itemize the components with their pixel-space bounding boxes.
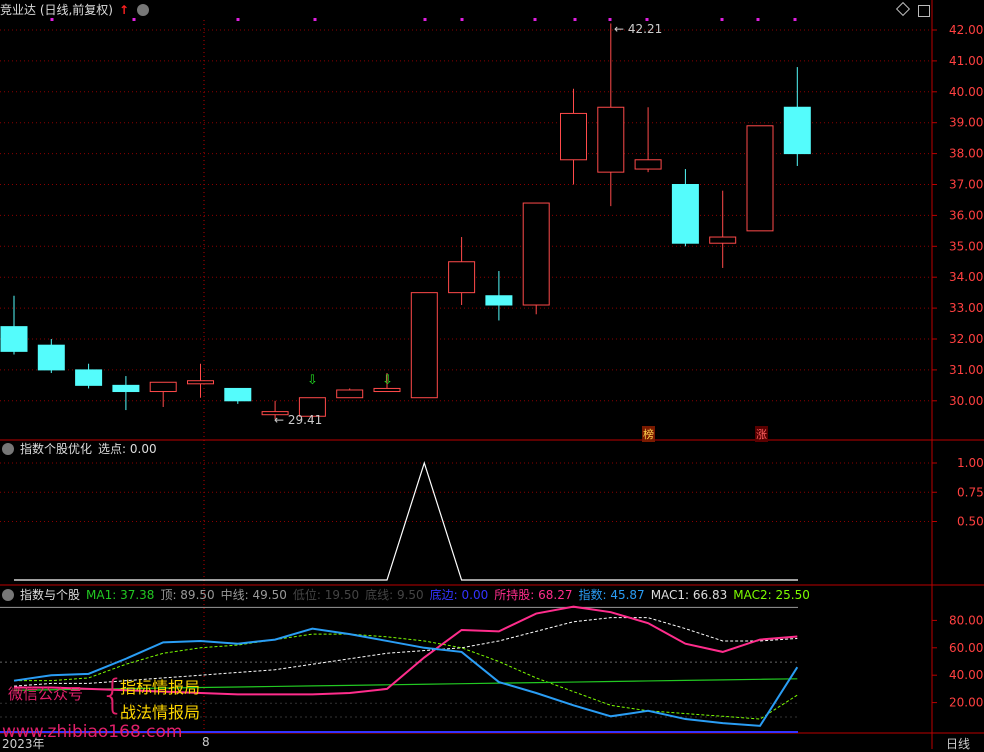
mid-value: 中线: 49.50 <box>220 588 287 602</box>
panel3-name[interactable]: 指数与个股 <box>20 588 80 602</box>
panel2-header: 指数个股优化 选点: 0.00 <box>0 439 163 459</box>
price-tick-label: 34.00 <box>949 270 983 284</box>
month-label: 8 <box>202 735 210 749</box>
candle-body[interactable] <box>448 261 476 294</box>
price-tick-label: 31.00 <box>949 363 983 377</box>
watermark-name1: 指标情报局 <box>120 678 201 697</box>
candle-body[interactable] <box>634 159 662 170</box>
panel2-name[interactable]: 指数个股优化 <box>20 442 92 456</box>
period-label[interactable]: 日线 <box>946 735 970 752</box>
panel3-tick-label: 40.00 <box>949 668 983 682</box>
candle-body[interactable] <box>560 112 587 161</box>
signal-dot <box>645 18 649 21</box>
candle-body[interactable] <box>671 184 699 244</box>
price-tick-label: 33.00 <box>949 301 983 315</box>
watermark-name2: 战法情报局 <box>120 703 201 722</box>
mac2-value: MAC2: 25.50 <box>733 588 810 602</box>
signal-dot <box>793 18 797 21</box>
price-tick-label: 42.00 <box>949 23 983 37</box>
candle-body[interactable] <box>187 380 214 385</box>
signal-dot <box>236 18 240 21</box>
panel3-header: 指数与个股 MA1: 37.38 顶: 89.50 中线: 49.50 低位: 19.5… <box>0 585 816 605</box>
chart-canvas[interactable]: 42.00 41.00 40.00 39.00 38.00 37.00 36.00 35.00… <box>0 0 984 749</box>
price-tick-label: 39.00 <box>949 116 983 130</box>
low-value: 低位: 19.50 <box>292 588 360 602</box>
panel2-tick-label: 0.75 <box>957 485 984 499</box>
signal-dot <box>460 18 464 21</box>
signal-dot <box>573 18 577 21</box>
candle-body[interactable] <box>0 326 28 352</box>
panel3-tick-label: 20.00 <box>949 696 983 710</box>
ma1-value: MA1: 37.38 <box>86 588 155 602</box>
chevron-down-icon[interactable] <box>2 588 14 601</box>
buy-arrow-icon: ⇩ <box>307 373 318 388</box>
stock-value: 所持股: 68.27 <box>494 588 573 602</box>
candle-body[interactable] <box>485 295 513 306</box>
candle-body[interactable] <box>783 106 811 155</box>
candle-body[interactable] <box>746 125 774 232</box>
panel2-tick-label: 1.00 <box>957 456 984 470</box>
index-value: 指数: 45.87 <box>578 588 645 602</box>
price-tick-label: 41.00 <box>949 54 983 68</box>
bottom-value: 底线: 9.50 <box>365 588 424 602</box>
high-price-label: ← 42.21 <box>614 22 663 36</box>
candle-body[interactable] <box>75 369 103 386</box>
panel3-tick-label: 80.00 <box>949 613 983 627</box>
signal-dot <box>608 18 612 21</box>
signal-dot <box>50 18 54 21</box>
candle-body[interactable] <box>373 387 401 393</box>
candle-body[interactable] <box>410 292 438 399</box>
signal-dot <box>313 18 317 21</box>
candle-body[interactable] <box>336 389 364 399</box>
watermark-site: www.zhibiao168.com <box>2 722 183 742</box>
price-tick-label: 37.00 <box>949 178 983 192</box>
signal-dot <box>756 18 760 21</box>
candle-body[interactable] <box>709 236 737 244</box>
chevron-down-icon[interactable] <box>2 442 14 455</box>
buy-arrow-icon: ⇩ <box>382 373 393 388</box>
candle-body[interactable] <box>597 106 625 173</box>
badge-zhang[interactable]: 涨 <box>755 426 768 442</box>
price-tick-label: 38.00 <box>949 147 983 161</box>
low-price-label: ← 29.41 <box>274 413 323 427</box>
signal-dot <box>132 18 136 21</box>
watermark-wechat: 微信公众号 <box>8 685 84 703</box>
price-tick-label: 35.00 <box>949 239 983 253</box>
candle-body[interactable] <box>522 202 550 306</box>
panel3-tick-label: 60.00 <box>949 641 983 655</box>
signal-dot <box>533 18 537 21</box>
signal-dot <box>423 18 427 21</box>
badge-bang[interactable]: 榜 <box>642 426 655 442</box>
price-tick-label: 36.00 <box>949 208 983 222</box>
candle-body[interactable] <box>224 387 252 402</box>
select-point-value: 选点: 0.00 <box>98 442 157 456</box>
candle-body[interactable] <box>149 381 177 393</box>
candle-body[interactable] <box>112 384 140 393</box>
bottom-zero-value: 底边: 0.00 <box>429 588 489 602</box>
panel2-tick-label: 0.50 <box>957 515 984 529</box>
mac1-value: MAC1: 66.83 <box>650 588 728 602</box>
price-tick-label: 40.00 <box>949 85 983 99</box>
candle-body[interactable] <box>37 344 65 371</box>
price-tick-label: 30.00 <box>949 394 983 408</box>
top-value: 顶: 89.50 <box>160 588 215 602</box>
price-tick-label: 32.00 <box>949 332 983 346</box>
signal-dot <box>720 18 724 21</box>
